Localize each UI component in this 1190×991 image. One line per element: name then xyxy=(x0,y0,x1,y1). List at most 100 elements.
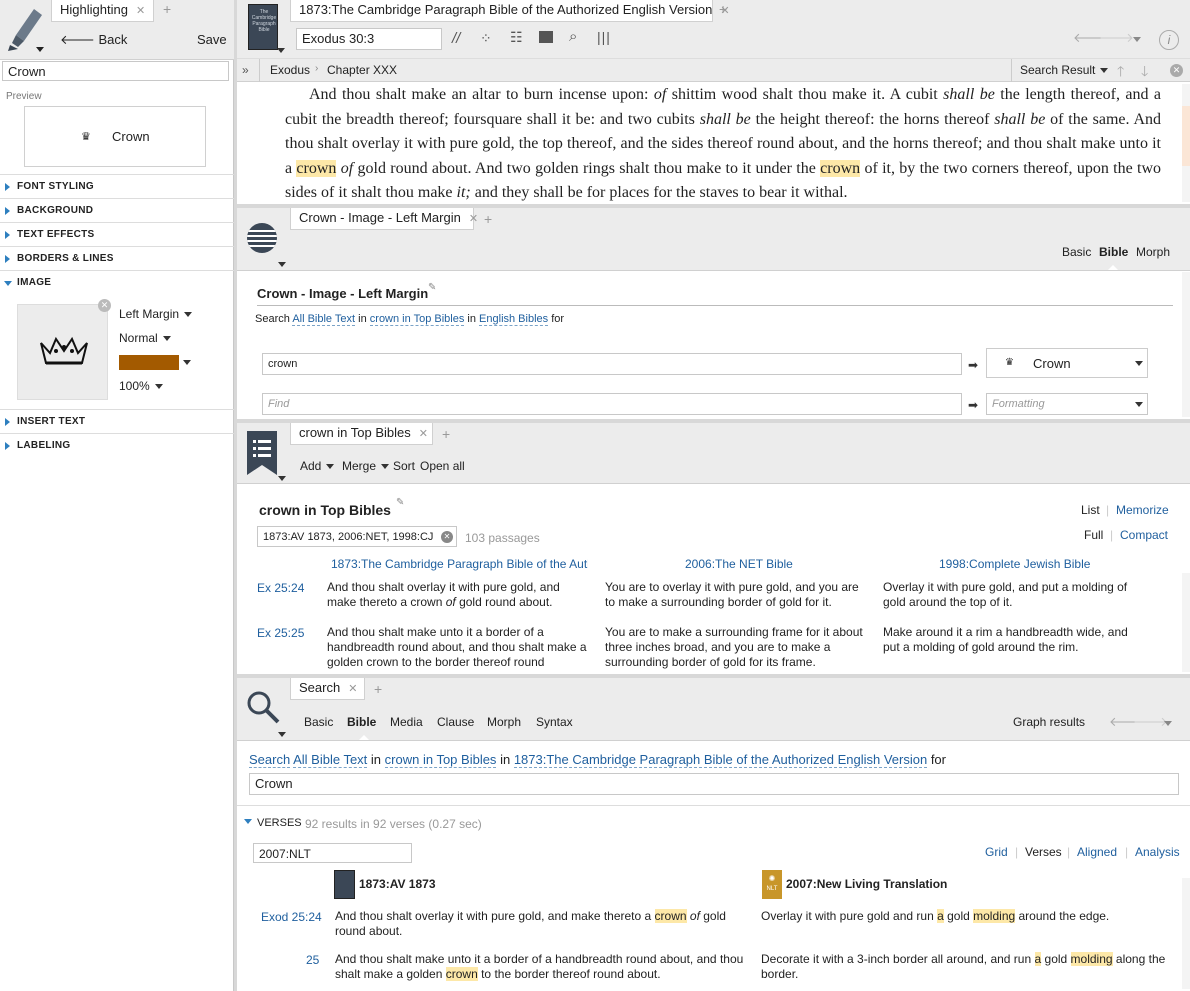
highlighted-word[interactable]: crown xyxy=(296,159,337,177)
chevron-down-icon[interactable] xyxy=(278,262,286,267)
reference-input[interactable]: Exodus 30:3 xyxy=(296,28,442,50)
tab-highlighting[interactable]: Highlighting ✕ xyxy=(51,0,155,22)
mode-morph[interactable]: Morph xyxy=(487,715,521,729)
view-grid[interactable]: Grid xyxy=(985,845,1008,859)
passage-ref[interactable]: Ex 25:25 xyxy=(257,626,304,640)
parallel-bible-input[interactable]: 2007:NLT xyxy=(253,843,412,863)
verses-label[interactable]: VERSES xyxy=(257,817,302,829)
image-mode-dropdown[interactable]: Normal xyxy=(119,331,171,345)
chevron-down-icon[interactable] xyxy=(278,732,286,737)
highlighted-word[interactable]: crown xyxy=(654,909,687,923)
tab-highlight-style[interactable]: Crown - Image - Left Margin ✕ xyxy=(290,208,478,230)
back-button[interactable]: 🡐 Back xyxy=(60,32,127,48)
history-dropdown-icon[interactable] xyxy=(1133,37,1141,42)
mode-syntax[interactable]: Syntax xyxy=(536,715,573,729)
close-icon[interactable]: ✕ xyxy=(136,5,145,17)
collapse-verses-icon[interactable] xyxy=(244,819,252,824)
scope-search-link[interactable]: Search xyxy=(249,752,291,768)
passage-ref[interactable]: Ex 25:24 xyxy=(257,581,304,595)
columns-icon[interactable]: ||| xyxy=(597,29,611,45)
breadcrumb-chapter[interactable]: Chapter XXX xyxy=(327,63,397,77)
image-swatch[interactable] xyxy=(17,304,108,400)
close-icon[interactable]: ✕ xyxy=(348,683,357,695)
forward-arrow-icon[interactable]: 🡒 xyxy=(1133,714,1168,730)
find-input[interactable]: Find xyxy=(262,393,962,415)
tab-collection[interactable]: crown in Top Bibles ✕ xyxy=(290,423,433,445)
add-tab-icon[interactable]: + xyxy=(484,211,492,227)
edit-pencil-icon[interactable]: ✎ xyxy=(428,282,436,293)
highlighted-word[interactable]: a xyxy=(937,909,944,923)
scope-bibles-link[interactable]: English Bibles xyxy=(479,313,549,326)
search-result-dropdown[interactable]: Search Result xyxy=(1020,63,1109,77)
remove-image-icon[interactable]: ✕ xyxy=(98,299,111,312)
section-insert-text[interactable]: INSERT TEXT xyxy=(0,409,234,433)
close-icon[interactable]: ✕ xyxy=(419,428,428,440)
view-analysis[interactable]: Analysis xyxy=(1135,845,1180,859)
close-search-icon[interactable]: ✕ xyxy=(1170,64,1183,77)
panel-menu-icon[interactable] xyxy=(539,31,553,43)
bible-cover-icon[interactable]: The Cambridge Paragraph Bible xyxy=(248,4,278,50)
section-labeling[interactable]: LABELING xyxy=(0,433,234,457)
parallel-icon[interactable]: // xyxy=(452,30,460,47)
tab-bible-selected[interactable]: Bible xyxy=(1099,245,1128,259)
edit-pencil-icon[interactable]: ✎ xyxy=(396,497,404,508)
result-style-dropdown[interactable]: ♛ Crown xyxy=(986,348,1148,378)
column-title-nlt[interactable]: 2007:New Living Translation xyxy=(786,877,947,891)
search-icon[interactable]: ⌕ xyxy=(569,28,577,45)
next-result-icon[interactable]: 🡓 xyxy=(1141,61,1148,85)
view-compact[interactable]: Compact xyxy=(1120,528,1168,542)
chevron-down-icon[interactable] xyxy=(277,48,285,53)
graph-results-button[interactable]: Graph results xyxy=(1013,715,1085,729)
view-memorize[interactable]: Memorize xyxy=(1116,503,1169,517)
mode-media[interactable]: Media xyxy=(390,715,423,729)
highlighted-word[interactable]: crown xyxy=(445,967,478,981)
previous-result-icon[interactable]: 🡑 xyxy=(1117,61,1124,85)
highlighted-word[interactable]: crown xyxy=(820,159,861,177)
highlighted-word[interactable]: molding xyxy=(973,909,1016,923)
section-borders-lines[interactable]: BORDERS & LINES xyxy=(0,246,234,270)
image-position-dropdown[interactable]: Left Margin xyxy=(119,307,193,321)
verse-ref[interactable]: Exod 25:24 xyxy=(261,910,322,924)
style-search-input[interactable]: Crown xyxy=(2,61,229,81)
add-tab-icon[interactable]: + xyxy=(163,1,171,17)
column-title-av[interactable]: 1873:AV 1873 xyxy=(359,877,436,891)
section-font-styling[interactable]: FONT STYLING xyxy=(0,174,234,198)
visual-filter-icon[interactable]: ⁘ xyxy=(480,30,492,47)
add-tab-icon[interactable]: + xyxy=(442,426,450,442)
search-query-input[interactable]: Crown xyxy=(249,773,1179,795)
color-dropdown-icon[interactable] xyxy=(183,360,191,365)
image-scale-dropdown[interactable]: 100% xyxy=(119,379,163,393)
verse-ref[interactable]: 25 xyxy=(306,953,319,967)
formatting-dropdown[interactable]: Formatting xyxy=(986,393,1148,415)
save-button[interactable]: Save xyxy=(197,32,227,47)
view-verses[interactable]: Verses xyxy=(1025,845,1062,859)
merge-dropdown[interactable]: Merge xyxy=(342,459,390,473)
open-all-button[interactable]: Open all xyxy=(420,459,465,473)
highlighter-icon[interactable] xyxy=(6,3,46,53)
view-full[interactable]: Full xyxy=(1084,528,1103,542)
add-dropdown[interactable]: Add xyxy=(300,459,335,473)
forward-arrow-icon[interactable]: 🡒 xyxy=(1099,30,1134,46)
add-tab-icon[interactable]: + xyxy=(719,1,727,17)
bible-filter-input[interactable]: 1873:AV 1873, 2006:NET, 1998:CJ xyxy=(257,526,457,547)
text-display-icon[interactable]: ☷ xyxy=(510,29,523,46)
breadcrumb-book[interactable]: Exodus xyxy=(270,63,310,77)
scope-collection-link[interactable]: crown in Top Bibles xyxy=(369,313,465,326)
mode-bible[interactable]: Bible xyxy=(347,715,376,729)
scope-bible-link[interactable]: 1873:The Cambridge Paragraph Bible of th… xyxy=(513,752,928,768)
scope-all-link[interactable]: All Bible Text xyxy=(293,752,368,768)
section-image[interactable]: IMAGE xyxy=(0,270,234,294)
sort-button[interactable]: Sort xyxy=(393,459,415,473)
tab-bible[interactable]: 1873:The Cambridge Paragraph Bible of th… xyxy=(290,0,730,22)
view-aligned[interactable]: Aligned xyxy=(1077,845,1117,859)
highlight-scrollbar[interactable] xyxy=(1182,272,1190,417)
scope-collection-link[interactable]: crown in Top Bibles xyxy=(384,752,497,768)
highlight-query-input[interactable]: crown xyxy=(262,353,962,375)
mode-clause[interactable]: Clause xyxy=(437,715,474,729)
bible-scrollbar[interactable] xyxy=(1182,84,1190,202)
highlight-style-icon[interactable] xyxy=(247,223,277,253)
expand-icon[interactable]: » xyxy=(242,63,249,77)
column-header-net[interactable]: 2006:The NET Bible xyxy=(685,557,793,571)
chevron-down-icon[interactable] xyxy=(278,476,286,481)
view-list[interactable]: List xyxy=(1081,503,1100,517)
